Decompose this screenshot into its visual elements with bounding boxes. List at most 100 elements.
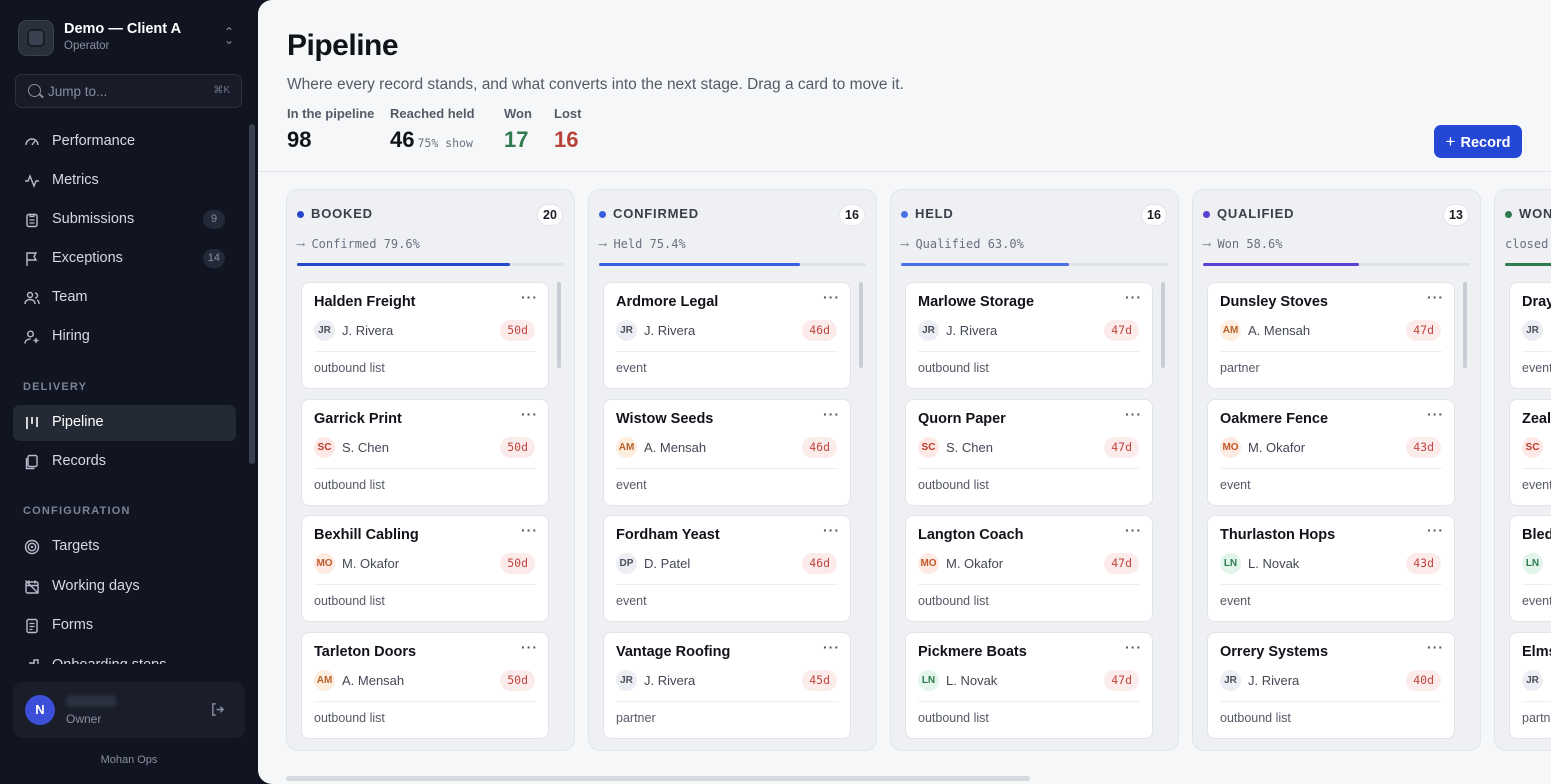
conversion-label: Held 75.4%	[613, 237, 686, 251]
card-source: outbound list	[1220, 711, 1291, 725]
stage-dot-icon	[1203, 211, 1210, 218]
more-options-icon[interactable]: ···	[1125, 406, 1142, 422]
sidebar-item-forms[interactable]: Forms	[13, 608, 236, 644]
more-options-icon[interactable]: ···	[1427, 406, 1444, 422]
card-source: outbound list	[314, 711, 385, 725]
owner-initials-badge: DP	[616, 553, 637, 574]
conversion-bar	[297, 263, 564, 266]
owner-initials-badge: JR	[1522, 320, 1543, 341]
age-badge: 46d	[802, 320, 837, 341]
sidebar-item-working-days[interactable]: Working days	[13, 569, 236, 605]
more-options-icon[interactable]: ···	[521, 639, 538, 655]
column-header: QUALIFIED 13	[1203, 203, 1470, 226]
sidebar-item-team[interactable]: Team	[13, 280, 236, 316]
column-scrollbar[interactable]	[557, 282, 561, 368]
sidebar-item-hiring[interactable]: Hiring	[13, 319, 236, 355]
more-options-icon[interactable]: ···	[1427, 639, 1444, 655]
card-title: Wistow Seeds	[616, 411, 714, 427]
pipeline-card[interactable]: Ardmore Legal ··· JR J. Rivera 46d event	[603, 282, 851, 389]
more-options-icon[interactable]: ···	[1125, 522, 1142, 538]
jump-to-search[interactable]: ⌘K	[15, 74, 242, 108]
chevron-up-down-icon: ⌃ ⌄	[224, 25, 235, 47]
column-scrollbar[interactable]	[1161, 282, 1165, 368]
more-options-icon[interactable]: ···	[1427, 522, 1444, 538]
stage-dot-icon	[297, 211, 304, 218]
stat-label: In the pipeline	[287, 106, 375, 121]
owner-initials-badge: JR	[918, 320, 939, 341]
pipeline-card[interactable]: Tarleton Doors ··· AM A. Mensah 50d outbound …	[301, 632, 549, 739]
pipeline-card[interactable]: Halden Freight ··· JR J. Rivera 50d outbound …	[301, 282, 549, 389]
pipeline-card[interactable]: Orrery Systems ··· JR J. Rivera 40d outbound …	[1207, 632, 1455, 739]
more-options-icon[interactable]: ···	[1427, 289, 1444, 305]
pipeline-card[interactable]: Marlowe Storage ··· JR J. Rivera 47d outbound…	[905, 282, 1153, 389]
card-divider	[314, 468, 536, 469]
pipeline-card[interactable]: Quorn Paper ··· SC S. Chen 47d outbound list	[905, 399, 1153, 506]
card-divider	[918, 351, 1140, 352]
more-options-icon[interactable]: ···	[823, 522, 840, 538]
card-title: Halden Freight	[314, 294, 416, 310]
card-source: outbound list	[918, 711, 989, 725]
workspace-logo-icon	[18, 20, 54, 56]
board-horizontal-scrollbar[interactable]	[286, 776, 1030, 781]
sidebar-item-exceptions[interactable]: Exceptions 14	[13, 241, 236, 277]
sidebar-item-pipeline[interactable]: Pipeline	[13, 405, 236, 441]
card-source: outbound list	[918, 594, 989, 608]
owner-name: S. Chen	[946, 440, 993, 455]
more-options-icon[interactable]: ···	[823, 639, 840, 655]
sidebar-item-performance[interactable]: Performance	[13, 124, 236, 160]
column-title: QUALIFIED	[1217, 206, 1295, 221]
stat-label: Reached held	[390, 106, 475, 121]
column-scrollbar[interactable]	[1463, 282, 1467, 368]
card-divider	[314, 701, 536, 702]
sidebar-item-records[interactable]: Records	[13, 444, 236, 480]
sidebar-item-metrics[interactable]: Metrics	[13, 163, 236, 199]
more-options-icon[interactable]: ···	[521, 522, 538, 538]
pipeline-card[interactable]: Garrick Print ··· SC S. Chen 50d outbound lis…	[301, 399, 549, 506]
logout-icon[interactable]	[210, 702, 225, 717]
card-divider	[1220, 468, 1442, 469]
conversion-label: Won 58.6%	[1217, 237, 1283, 251]
pipeline-card[interactable]: Fordham Yeast ··· DP D. Patel 46d event	[603, 515, 851, 622]
more-options-icon[interactable]: ···	[521, 406, 538, 422]
pipeline-card[interactable]: Dray···JRevent	[1509, 282, 1551, 389]
workspace-switcher[interactable]: Demo — Client A Operator ⌃ ⌄	[18, 18, 240, 58]
pipeline-card[interactable]: Oakmere Fence ··· MO M. Okafor 43d event	[1207, 399, 1455, 506]
conversion-label: closed	[1505, 237, 1549, 251]
card-divider	[314, 351, 536, 352]
owner-name: M. Okafor	[1248, 440, 1306, 455]
card-divider	[616, 701, 838, 702]
card-source: event	[1522, 478, 1551, 492]
more-options-icon[interactable]: ···	[1125, 639, 1142, 655]
sidebar-item-targets[interactable]: Targets	[13, 529, 236, 565]
owner-initials-badge: MO	[1220, 437, 1241, 458]
more-options-icon[interactable]: ···	[823, 289, 840, 305]
more-options-icon[interactable]: ···	[1125, 289, 1142, 305]
more-options-icon[interactable]: ···	[823, 406, 840, 422]
stat-reached-held: Reached held 46 75% show	[390, 106, 475, 153]
pipeline-card[interactable]: Bexhill Cabling ··· MO M. Okafor 50d outbound…	[301, 515, 549, 622]
pipeline-card[interactable]: Dunsley Stoves ··· AM A. Mensah 47d partner	[1207, 282, 1455, 389]
sidebar-item-submissions[interactable]: Submissions 9	[13, 202, 236, 238]
age-badge: 50d	[500, 320, 535, 341]
pipeline-card[interactable]: Wistow Seeds ··· AM A. Mensah 46d event	[603, 399, 851, 506]
card-title: Garrick Print	[314, 411, 402, 427]
sidebar-scrollbar[interactable]	[249, 124, 255, 464]
form-icon	[26, 618, 38, 634]
sidebar-item-onboarding-steps[interactable]: Onboarding steps	[13, 648, 236, 664]
column-header: BOOKED 20	[297, 203, 564, 226]
column-scrollbar[interactable]	[859, 282, 863, 368]
more-options-icon[interactable]: ···	[521, 289, 538, 305]
owner-name: J. Rivera	[644, 673, 696, 688]
sidebar-item-label: Records	[52, 453, 106, 469]
pipeline-card[interactable]: Zeals···SCevent	[1509, 399, 1551, 506]
user-card[interactable]: N Owner	[13, 682, 245, 738]
pipeline-card[interactable]: Langton Coach ··· MO M. Okafor 47d outbound l…	[905, 515, 1153, 622]
pipeline-card[interactable]: Vantage Roofing ··· JR J. Rivera 45d partner	[603, 632, 851, 739]
pipeline-card[interactable]: Bled···LNevent	[1509, 515, 1551, 622]
pipeline-card[interactable]: Elms···JRpartn	[1509, 632, 1551, 739]
jump-to-input[interactable]	[48, 82, 208, 100]
card-source: partn	[1522, 711, 1551, 725]
pipeline-card[interactable]: Thurlaston Hops ··· LN L. Novak 43d event	[1207, 515, 1455, 622]
add-record-button[interactable]: + Record	[1434, 125, 1522, 158]
pipeline-card[interactable]: Pickmere Boats ··· LN L. Novak 47d outbound l…	[905, 632, 1153, 739]
